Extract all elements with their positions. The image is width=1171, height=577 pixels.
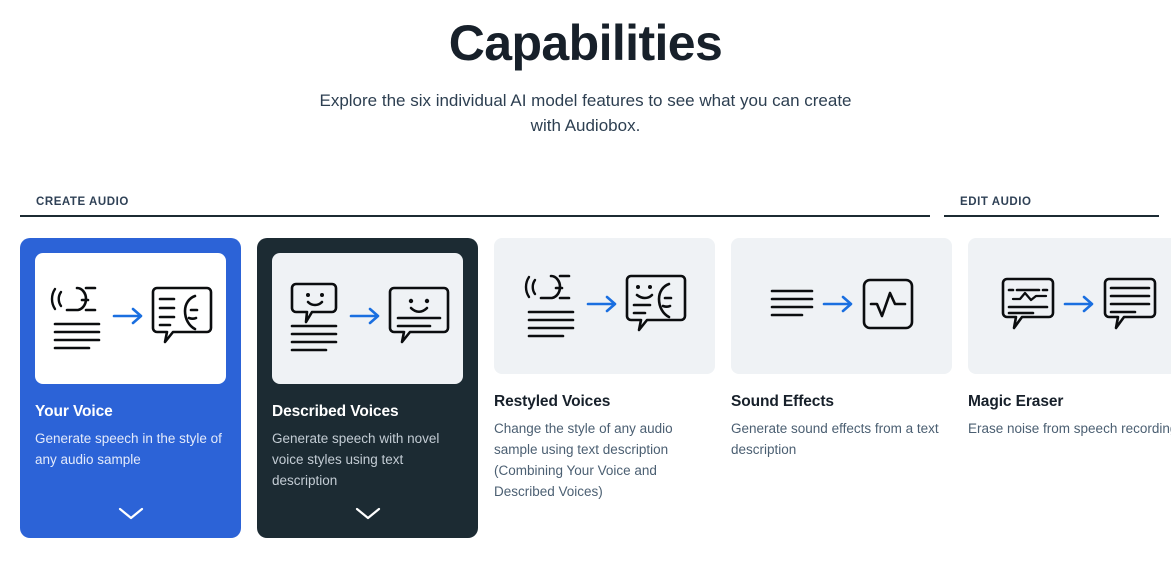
noisy-speech-bubble-icon — [1000, 275, 1056, 338]
capability-card-your-voice[interactable]: Your Voice Generate speech in the style … — [20, 238, 241, 538]
page-subtitle: Explore the six individual AI model feat… — [319, 91, 852, 135]
card-title-your-voice: Your Voice — [35, 403, 113, 420]
section-edit-audio: EDIT AUDIO — [944, 196, 1159, 217]
icon-panel-your-voice — [35, 253, 226, 384]
arrow-right-icon — [586, 294, 618, 319]
section-label-create-audio: CREATE AUDIO — [36, 196, 129, 208]
capability-cards: Your Voice Generate speech in the style … — [20, 238, 1171, 538]
icon-panel-described-voices — [272, 253, 463, 384]
capability-card-magic-eraser[interactable]: Magic Eraser Erase noise from speech rec… — [968, 238, 1171, 439]
smiley-bubble-with-lines-icon — [286, 280, 342, 357]
card-description-your-voice: Generate speech in the style of any audi… — [35, 431, 222, 467]
icon-panel-sound-effects — [731, 238, 952, 374]
section-create-audio: CREATE AUDIO — [20, 196, 930, 217]
card-description-restyled-voices: Change the style of any audio sample usi… — [494, 421, 673, 499]
arrow-right-icon — [1063, 294, 1095, 319]
card-description-magic-eraser: Erase noise from speech recordings — [968, 421, 1171, 436]
capability-card-described-voices[interactable]: Described Voices Generate speech with no… — [257, 238, 478, 538]
arrow-right-icon — [349, 306, 381, 331]
card-description-described-voices: Generate speech with novel voice styles … — [272, 431, 440, 488]
icon-row-described-voices — [286, 280, 450, 357]
speech-bubble-smiley-text-icon — [388, 284, 450, 353]
chevron-down-icon[interactable] — [118, 506, 144, 526]
expand-toggle-described-voices[interactable] — [257, 506, 478, 526]
speech-bubble-with-face-icon — [151, 284, 213, 353]
page-header: Capabilities Explore the six individual … — [0, 0, 1171, 138]
clean-speech-bubble-icon — [1102, 275, 1158, 338]
text-lines-icon — [769, 287, 815, 326]
capabilities-page: Capabilities Explore the six individual … — [0, 0, 1171, 577]
speaking-face-with-lines-icon — [523, 270, 579, 343]
expand-toggle-your-voice[interactable] — [20, 506, 241, 526]
arrow-right-icon — [112, 306, 144, 331]
card-title-sound-effects: Sound Effects — [731, 393, 834, 410]
speaking-face-with-lines-icon — [49, 282, 105, 355]
card-description-sound-effects: Generate sound effects from a text descr… — [731, 421, 939, 457]
section-bars: CREATE AUDIO EDIT AUDIO — [20, 196, 1159, 217]
speech-bubble-smiley-face-icon — [625, 272, 687, 341]
icon-panel-restyled-voices — [494, 238, 715, 374]
section-label-edit-audio: EDIT AUDIO — [960, 196, 1032, 208]
chevron-down-icon[interactable] — [355, 506, 381, 526]
card-title-described-voices: Described Voices — [272, 403, 399, 420]
section-rule-create-audio — [20, 215, 930, 217]
icon-row-your-voice — [49, 282, 213, 355]
capability-card-restyled-voices[interactable]: Restyled Voices Change the style of any … — [494, 238, 715, 502]
icon-row-restyled-voices — [523, 270, 687, 343]
page-title: Capabilities — [448, 15, 723, 71]
waveform-box-icon — [861, 277, 915, 336]
card-title-magic-eraser: Magic Eraser — [968, 393, 1064, 410]
icon-panel-magic-eraser — [968, 238, 1171, 374]
arrow-right-icon — [822, 294, 854, 319]
icon-row-sound-effects — [769, 277, 915, 336]
capability-card-sound-effects[interactable]: Sound Effects Generate sound effects fro… — [731, 238, 952, 460]
section-rule-edit-audio — [944, 215, 1159, 217]
card-title-restyled-voices: Restyled Voices — [494, 393, 611, 410]
icon-row-magic-eraser — [1000, 275, 1158, 338]
